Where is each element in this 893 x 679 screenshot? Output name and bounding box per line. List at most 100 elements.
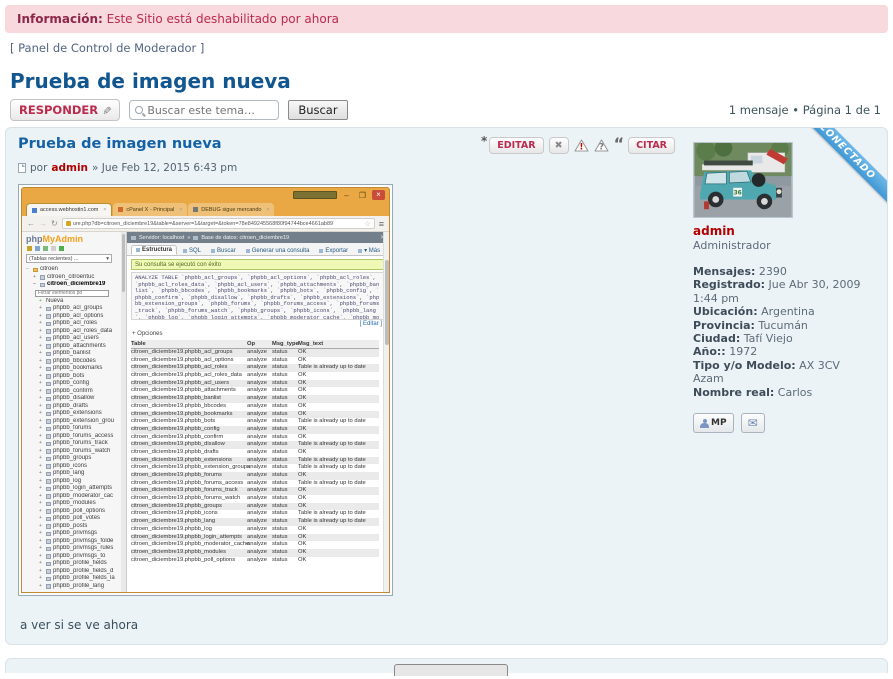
results-cell: status — [272, 557, 298, 565]
results-cell: analyze — [247, 457, 272, 465]
search-icon — [135, 106, 143, 114]
back-icon: ← — [27, 219, 35, 228]
report-icon[interactable]: ? — [594, 139, 609, 152]
topic-search-box[interactable] — [129, 100, 279, 120]
pma-tab: Generar una consulta — [242, 247, 314, 255]
tree-table-label: phpbb_drafts — [53, 403, 88, 411]
avatar[interactable]: 36 — [693, 142, 793, 218]
edit-button[interactable]: EDITAR — [489, 137, 543, 154]
results-cell: OK — [298, 487, 379, 495]
tree-table-item: +phpbb_acl_users — [26, 335, 118, 343]
page-count-info: 1 mensaje • Página 1 de 1 — [729, 103, 883, 117]
profile-field: Provincia: Tucumán — [693, 319, 873, 332]
results-row: citroen_diciembre19.phpbb_langanalyzesta… — [131, 518, 379, 526]
svg-text:36: 36 — [734, 191, 742, 197]
results-cell: status — [272, 518, 298, 526]
reply-button[interactable]: RESPONDER ✎ — [10, 99, 120, 121]
table-icon — [46, 584, 51, 589]
tree-table-item: +phpbb_privmsgs_folde — [26, 538, 118, 546]
browser-tab-title: access.webhostin1.com — [40, 207, 98, 213]
email-button[interactable]: ✉ — [741, 413, 765, 433]
results-cell: OK — [298, 395, 379, 403]
table-icon — [46, 419, 51, 424]
search-input[interactable] — [147, 104, 273, 117]
table-icon — [46, 472, 51, 477]
profile-username[interactable]: admin — [693, 224, 873, 238]
tree-table-item: +phpbb_log — [26, 478, 118, 486]
tree-table-label: phpbb_bbcodes — [53, 358, 96, 366]
results-cell: citroen_diciembre19.phpbb_forums — [131, 472, 247, 480]
quote-button[interactable]: CITAR — [628, 137, 675, 154]
svg-text:?: ? — [599, 143, 604, 153]
tree-db-citroentuc: +citroen_citroentuc — [26, 274, 118, 282]
results-cell: status — [272, 380, 298, 388]
database-icon — [193, 236, 198, 240]
results-cell: status — [272, 472, 298, 480]
results-cell: citroen_diciembre19.phpbb_drafts — [131, 449, 247, 457]
tree-table-item: +phpbb_attachments — [26, 343, 118, 351]
profile-field: Año:: 1972 — [693, 345, 873, 358]
url-text: ure.php?db=citroen_diciembre19&table=&se… — [73, 221, 333, 227]
results-cell: analyze — [247, 449, 272, 457]
results-row: citroen_diciembre19.phpbb_acl_roles_data… — [131, 372, 379, 380]
results-cell: status — [272, 364, 298, 372]
table-icon — [46, 329, 51, 334]
results-row: citroen_diciembre19.phpbb_moderator_cach… — [131, 541, 379, 549]
table-icon — [46, 352, 51, 357]
tree-table-item: +phpbb_bookmarks — [26, 365, 118, 373]
author-link[interactable]: admin — [51, 162, 88, 174]
pma-toolbar-icons — [27, 246, 118, 251]
results-cell: citroen_diciembre19.phpbb_acl_roles_data — [131, 372, 247, 380]
results-cell: citroen_diciembre19.phpbb_groups — [131, 503, 247, 511]
tab-close-icon: × — [266, 207, 269, 213]
results-cell: analyze — [247, 549, 272, 557]
results-cell: OK — [298, 557, 379, 565]
profile-field: Ubicación: Argentina — [693, 305, 873, 318]
results-cell: analyze — [247, 503, 272, 511]
results-cell: status — [272, 434, 298, 442]
results-cell: analyze — [247, 380, 272, 388]
table-icon — [46, 427, 51, 432]
profile-field-label: Registrado: — [693, 278, 765, 291]
info-message: Este Sitio está deshabilitado por ahora — [107, 12, 339, 26]
search-submit-button[interactable]: Buscar — [288, 100, 347, 120]
moderator-panel-link[interactable]: [ Panel de Control de Moderador ] — [10, 41, 893, 55]
results-cell: citroen_diciembre19.phpbb_confirm — [131, 434, 247, 442]
results-cell: citroen_diciembre19.phpbb_forums_watch — [131, 495, 247, 503]
pma-tab: ▾ Más — [354, 246, 384, 255]
table-icon — [46, 434, 51, 439]
favicon-icon — [32, 208, 37, 213]
results-cell: citroen_diciembre19.phpbb_forums_access — [131, 480, 247, 488]
results-row: citroen_diciembre19.phpbb_botsanalyzesta… — [131, 418, 379, 426]
results-cell: OK — [298, 549, 379, 557]
results-cell: status — [272, 403, 298, 411]
warn-icon[interactable]: ! — [574, 139, 589, 152]
results-cell: status — [272, 534, 298, 542]
tree-table-label: phpbb_banlist — [53, 350, 90, 358]
bottom-partial-button[interactable] — [394, 664, 508, 676]
post-image[interactable]: – ❐ × access.webhostin1.com×cPanel X - P… — [18, 184, 393, 596]
post-action-buttons: * EDITAR ✖ ! ? “ CITAR — [481, 136, 675, 155]
tree-table-label: phpbb_config — [53, 380, 89, 388]
results-row: citroen_diciembre19.phpbb_acl_groupsanal… — [131, 349, 379, 357]
results-cell: OK — [298, 472, 379, 480]
table-icon — [46, 487, 51, 492]
post-title-link[interactable]: Prueba de imagen nueva — [18, 136, 222, 152]
results-cell: analyze — [247, 441, 272, 449]
results-header-cell: Table — [131, 340, 247, 349]
results-cell: citroen_diciembre19.phpbb_acl_groups — [131, 349, 247, 357]
results-row: citroen_diciembre19.phpbb_forums_watchan… — [131, 495, 379, 503]
profile-field: Tipo y/o Modelo: AX 3CV Azam — [693, 359, 873, 386]
tree-table-item: +phpbb_privmsgs_rules — [26, 545, 118, 553]
results-cell: analyze — [247, 395, 272, 403]
results-row: citroen_diciembre19.phpbb_bbcodesanalyze… — [131, 403, 379, 411]
private-message-button[interactable]: MP — [693, 413, 734, 433]
tree-table-item: +phpbb_banlist — [26, 350, 118, 358]
tree-table-label: phpbb_forums — [53, 425, 91, 433]
results-cell: Table is already up to date — [298, 457, 379, 465]
browser-tab-title: cPanel X - Principal — [126, 207, 174, 213]
tree-table-label: phpbb_privmsgs — [53, 530, 97, 538]
pma-tab-label: Exportar — [325, 248, 348, 254]
delete-button[interactable]: ✖ — [549, 137, 569, 154]
table-icon — [46, 322, 51, 327]
